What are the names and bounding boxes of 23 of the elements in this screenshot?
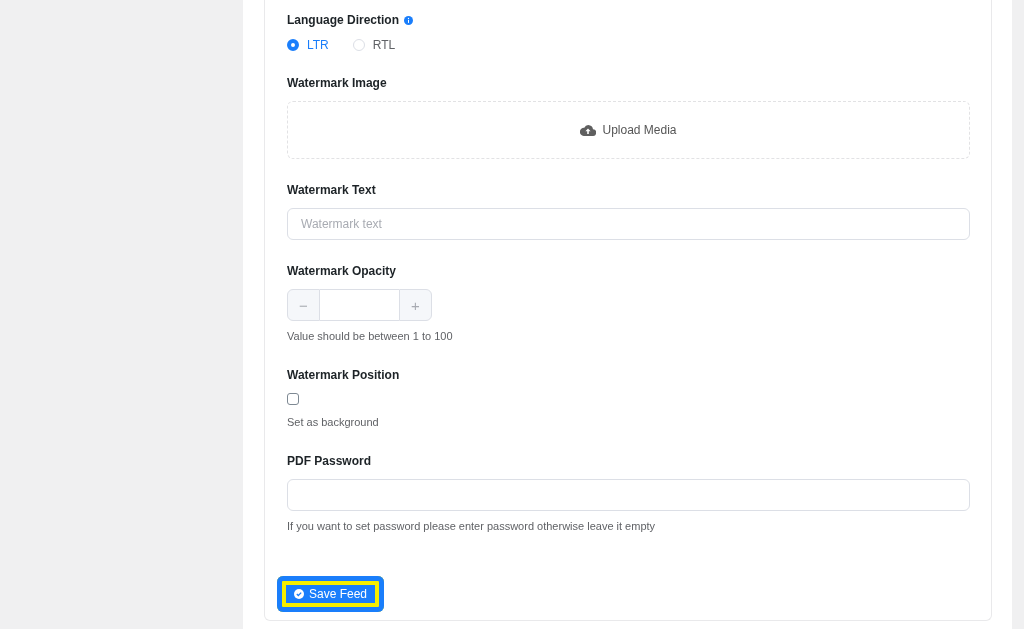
- help-text: Value should be between 1 to 100: [287, 329, 453, 344]
- decrement-button[interactable]: −: [287, 289, 320, 321]
- field-label: Watermark Text: [287, 182, 376, 198]
- field-label: Language Direction: [287, 12, 399, 28]
- save-button[interactable]: Save Feed: [277, 576, 385, 612]
- text-input[interactable]: Watermark text: [287, 208, 970, 240]
- upload-dropzone[interactable]: Upload Media: [287, 101, 970, 159]
- checkbox[interactable]: [287, 393, 299, 405]
- check-circle-icon: [294, 589, 304, 599]
- option-label: RTL: [372, 38, 396, 52]
- upload-media-button[interactable]: Upload Media: [580, 123, 677, 137]
- password-input[interactable]: [287, 479, 970, 511]
- field-label: Watermark Opacity: [287, 263, 396, 279]
- cloud-upload-icon: [580, 124, 597, 136]
- field-label: Watermark Position: [287, 367, 400, 383]
- option-label: LTR: [307, 38, 329, 52]
- help-text: If you want to set password please enter password otherwise leave it empty: [287, 519, 656, 534]
- radio-button[interactable]: [287, 39, 299, 51]
- increment-button[interactable]: +: [399, 289, 432, 321]
- field-label: PDF Password: [287, 453, 372, 469]
- number-input[interactable]: [320, 289, 399, 321]
- checkbox-caption: Set as background: [287, 415, 379, 430]
- field-label: Watermark Image: [287, 75, 387, 91]
